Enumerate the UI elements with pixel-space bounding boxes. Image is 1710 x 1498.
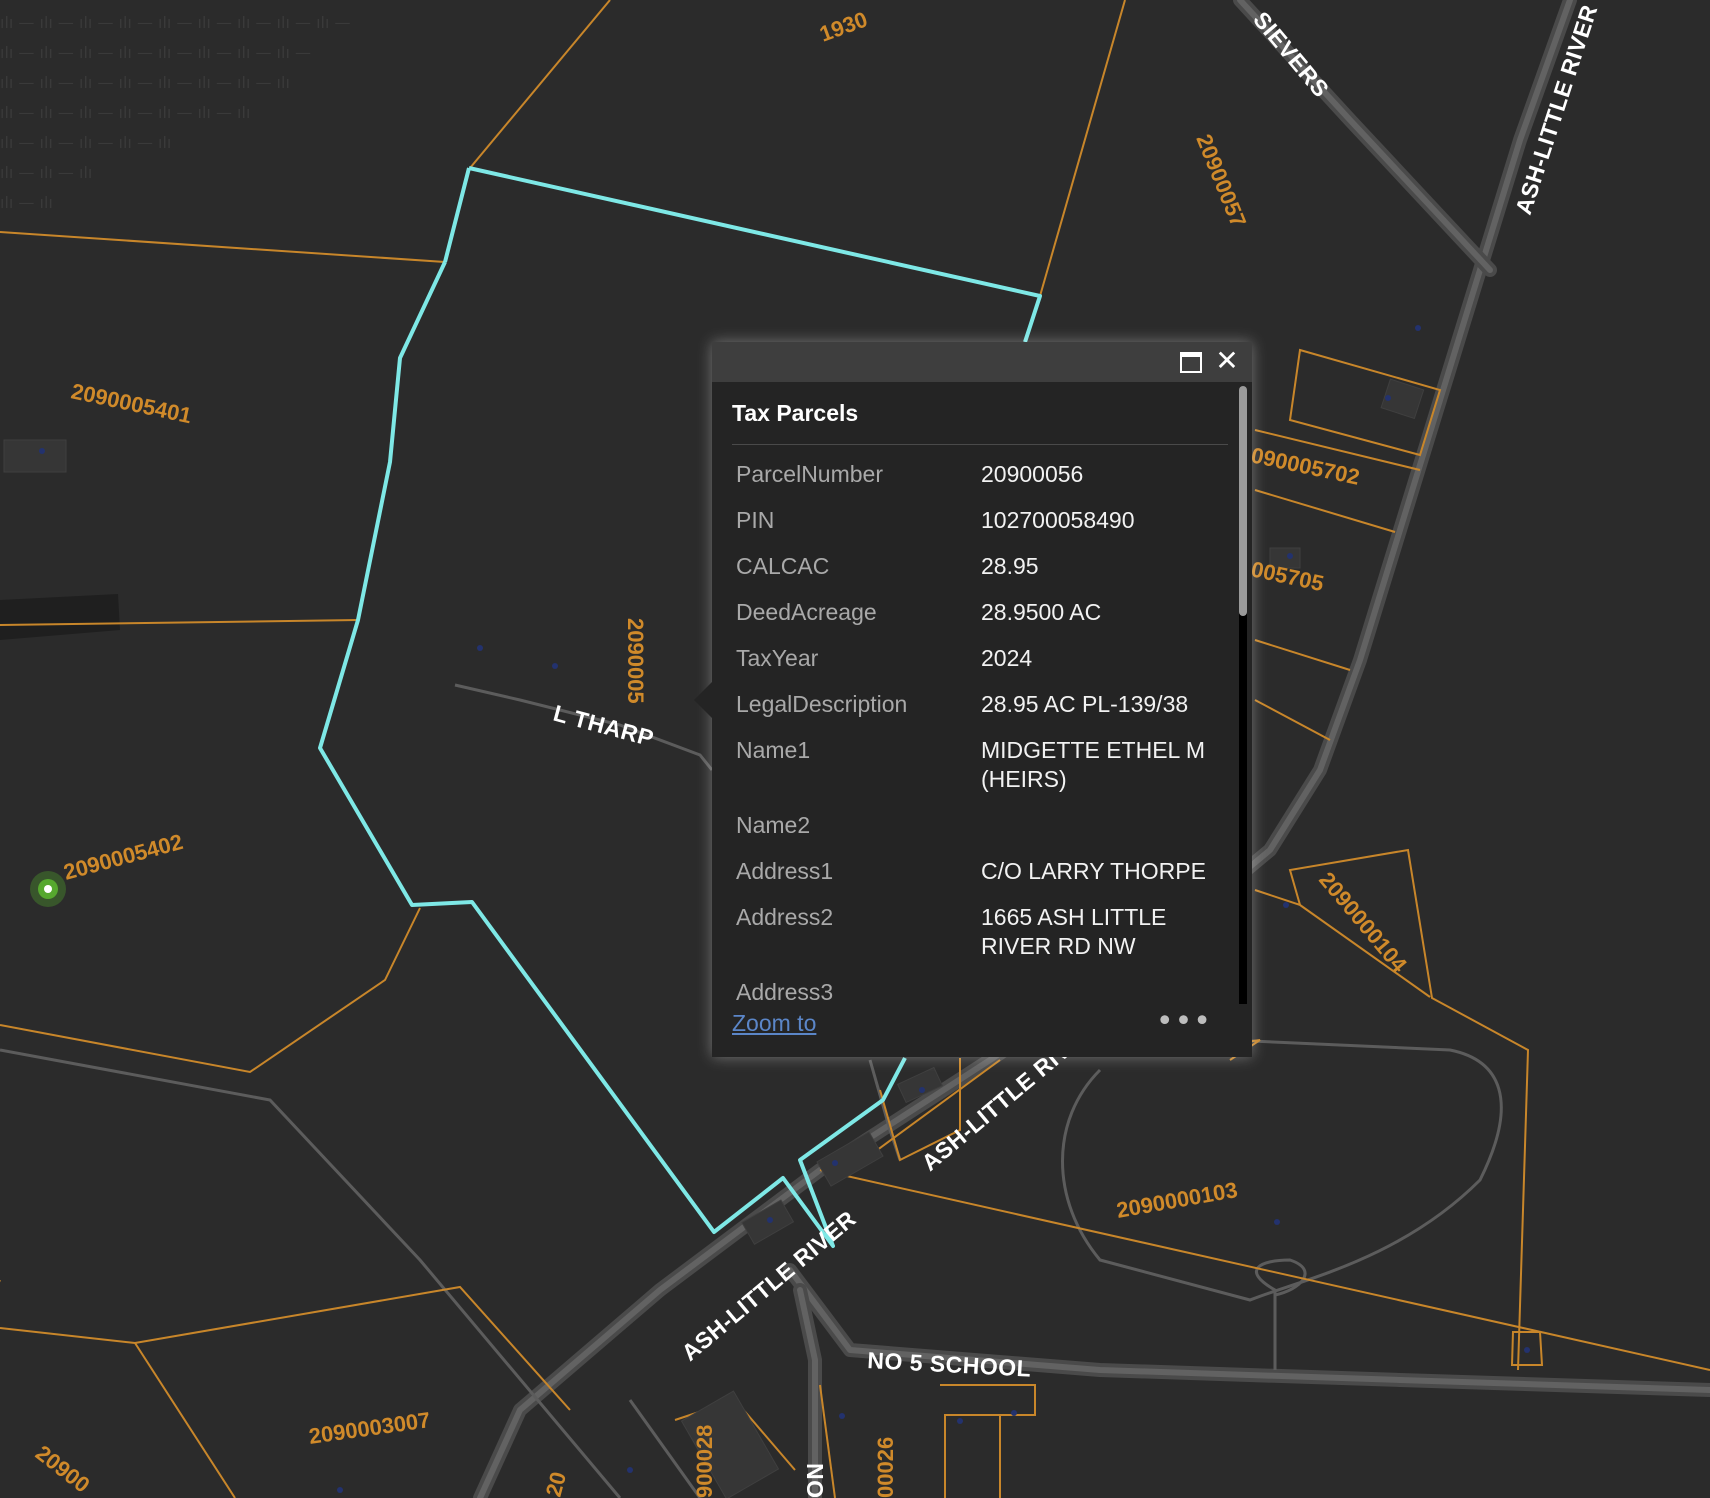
attribute-row: Address3 — [736, 978, 1216, 1004]
attribute-value — [981, 811, 1216, 840]
attribute-row: DeedAcreage 28.9500 AC — [736, 598, 1216, 627]
parcel-label: 090005702 — [1249, 442, 1362, 489]
svg-text:ılı — ılı — ılı — ılı —: ılı — ılı — ılı — ılı — ılı — ılı — ılı — [0, 103, 250, 122]
attribute-row: PIN 102700058490 — [736, 506, 1216, 535]
attribute-table: ParcelNumber 20900056 PIN 102700058490 CALCA… — [736, 460, 1216, 1004]
attribute-value — [981, 978, 1216, 1004]
parcel-label: 2090005 — [623, 618, 648, 704]
parcel-label: 2090000103 — [1115, 1177, 1240, 1223]
maximize-button[interactable] — [1180, 352, 1202, 373]
popup-title: Tax Parcels — [732, 400, 859, 426]
attribute-key: Name2 — [736, 812, 811, 838]
attribute-key: LegalDescription — [736, 691, 908, 717]
attribute-key: ParcelNumber — [736, 461, 883, 487]
attribute-value: 102700058490 — [981, 507, 1135, 533]
popup-scrollbar[interactable] — [1239, 386, 1247, 1012]
close-button[interactable]: ✕ — [1214, 347, 1240, 375]
attribute-value: MIDGETTE ETHEL M (HEIRS) — [981, 737, 1206, 792]
attribute-row: Name1 MIDGETTE ETHEL M (HEIRS) — [736, 736, 1216, 794]
attribute-key: Address3 — [736, 979, 834, 1004]
popup-header: ✕ — [712, 342, 1252, 382]
attribute-row: CALCAC 28.95 — [736, 552, 1216, 581]
parcel-label: 20 — [541, 1469, 571, 1498]
attribute-row: Address1 C/O LARRY THORPE — [736, 857, 1216, 886]
attribute-value: 28.95 — [981, 553, 1039, 579]
parcel-label: 20900057 — [1191, 131, 1251, 231]
attribute-key: Address2 — [736, 904, 834, 930]
attribute-key: DeedAcreage — [736, 599, 877, 625]
attribute-value: 28.95 AC PL-139/38 — [981, 691, 1189, 717]
road-label-sievers: SIEVERS — [1248, 7, 1334, 103]
attribute-value: 28.9500 AC — [981, 599, 1102, 625]
parcel-label: 1930 — [816, 6, 871, 46]
attribute-value: C/O LARRY THORPE — [981, 858, 1206, 884]
road-label-l-tharp: L THARP — [551, 700, 657, 752]
attribute-key: PIN — [736, 507, 775, 533]
svg-text:ılı — ılı: ılı — ılı — [0, 193, 53, 212]
parcel-label: 20900 — [31, 1440, 95, 1497]
attribute-key: TaxYear — [736, 645, 819, 671]
parcel-label: 2090003007 — [307, 1407, 432, 1449]
road-label-partial: ON — [802, 1463, 828, 1498]
attribute-key: CALCAC — [736, 553, 830, 579]
svg-text:ılı — ılı — ılı — ılı —: ılı — ılı — ılı — ılı — ılı — ılı — ılı … — [0, 13, 350, 32]
more-actions-button[interactable]: ••• — [1156, 1004, 1212, 1039]
popup-pointer — [694, 682, 712, 718]
parcel-label: 2090000104 — [1314, 867, 1412, 977]
parcel-label: 2090005401 — [69, 378, 194, 428]
svg-text:ılı — ılı — ılı — ılı —: ılı — ılı — ılı — ılı — ılı — [0, 133, 171, 152]
zoom-to-link[interactable]: Zoom to — [732, 1010, 816, 1037]
attribute-row: TaxYear 2024 — [736, 644, 1216, 673]
current-location-marker — [30, 871, 66, 907]
attribute-value: 20900056 — [981, 461, 1084, 487]
attribute-row: ParcelNumber 20900056 — [736, 460, 1216, 489]
attribute-row: Address2 1665 ASH LITTLE RIVER RD NW — [736, 903, 1216, 961]
parcel-label: 900028 — [692, 1425, 717, 1498]
svg-text:ılı — ılı — ılı: ılı — ılı — ılı — [0, 163, 92, 182]
parcel-label: 00026 — [873, 1437, 898, 1498]
svg-text:ılı — ılı — ılı — ılı —: ılı — ılı — ılı — ılı — ılı — ılı — ılı … — [0, 43, 311, 62]
building-footprint — [0, 594, 120, 640]
popup-body[interactable]: Tax Parcels ParcelNumber 20900056 PIN 10270… — [712, 382, 1252, 1004]
attribute-value: 1665 ASH LITTLE RIVER RD NW — [981, 904, 1167, 959]
scrollbar-thumb[interactable] — [1239, 386, 1247, 616]
popup-footer: Zoom to ••• — [712, 1004, 1252, 1057]
maximize-icon — [1180, 352, 1202, 373]
attribute-row: Name2 — [736, 811, 1216, 840]
attribute-value: 2024 — [981, 645, 1033, 671]
parcel-label: 2090005402 — [61, 829, 186, 885]
attribute-key: Address1 — [736, 858, 834, 884]
attribute-row: LegalDescription 28.95 AC PL-139/38 — [736, 690, 1216, 719]
attribute-key: Name1 — [736, 737, 811, 763]
tax-parcel-popup: ✕ Tax Parcels ParcelNumber 20900056 PIN 102… — [694, 342, 1252, 1057]
svg-text:ılı — ılı — ılı — ılı —: ılı — ılı — ılı — ılı — ılı — ılı — ılı … — [0, 73, 290, 92]
close-icon: ✕ — [1215, 344, 1239, 377]
title-divider — [732, 444, 1228, 445]
road-label-no5-school: NO 5 SCHOOL — [867, 1347, 1032, 1382]
marsh-pattern: ılı — ılı — ılı — ılı — ılı — ılı — ılı … — [0, 13, 350, 212]
